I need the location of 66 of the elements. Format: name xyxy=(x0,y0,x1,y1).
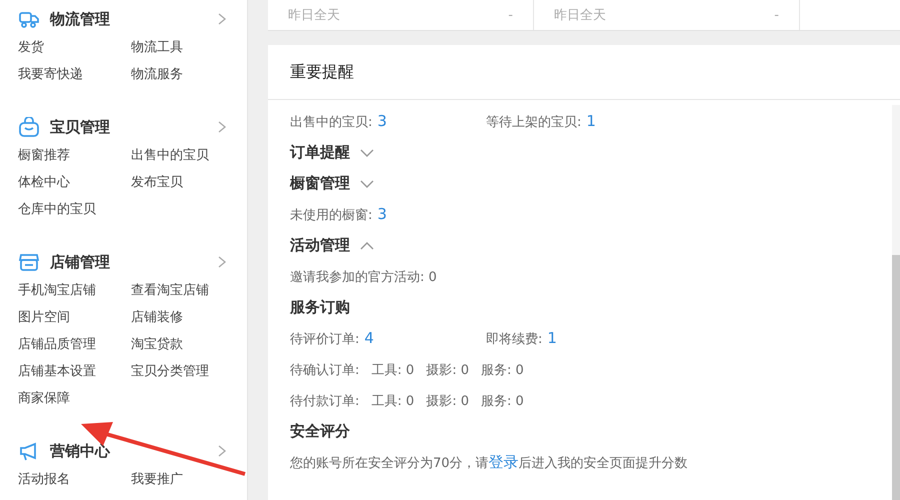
menu-link[interactable]: 店铺装修 xyxy=(131,304,244,331)
menu-link[interactable]: 商家保障 xyxy=(18,385,131,412)
section-heading: 安全评分 xyxy=(290,422,350,441)
menu-link[interactable]: 橱窗推荐 xyxy=(18,142,131,169)
order-count: 工具: 0 xyxy=(371,362,414,378)
menu-link[interactable]: 淘宝贷款 xyxy=(131,331,244,358)
security-notice: 您的账号所在安全评分为70分，请登录后进入我的安全页面提升分数 xyxy=(290,453,688,472)
menu-link[interactable]: 物流服务 xyxy=(131,61,244,88)
stat-value[interactable]: 1 xyxy=(547,329,557,347)
period-value: - xyxy=(774,8,779,22)
menu-link[interactable]: 体检中心 xyxy=(18,169,131,196)
section-heading: 订单提醒 xyxy=(290,143,350,162)
stat-label: 即将续费: xyxy=(486,331,542,348)
period-value: - xyxy=(508,8,513,22)
stat-value[interactable]: 4 xyxy=(364,329,374,347)
order-label: 待付款订单: xyxy=(290,392,360,410)
menu-link[interactable]: 我要推广 xyxy=(131,466,244,493)
section-title[interactable]: 店铺管理 xyxy=(50,252,110,272)
stat-label: 出售中的宝贝: xyxy=(290,114,372,131)
order-count: 摄影: 0 xyxy=(426,392,469,410)
chevron-down-icon[interactable] xyxy=(360,148,374,158)
section-title[interactable]: 宝贝管理 xyxy=(50,118,110,136)
order-count: 摄影: 0 xyxy=(426,362,469,378)
stat-value[interactable]: 3 xyxy=(377,112,387,130)
stat-value[interactable]: 1 xyxy=(586,112,596,130)
section-heading: 活动管理 xyxy=(290,236,350,255)
menu-link[interactable]: 仓库中的宝贝 xyxy=(18,196,131,223)
chevron-right-icon[interactable] xyxy=(217,256,227,268)
scrollbar[interactable] xyxy=(892,105,900,500)
section-title[interactable]: 营销中心 xyxy=(50,442,110,460)
menu-link[interactable]: 物流工具 xyxy=(131,34,244,61)
info-text: 邀请我参加的官方活动: 0 xyxy=(290,268,437,286)
chevron-up-icon[interactable] xyxy=(360,240,374,250)
chevron-down-icon[interactable] xyxy=(360,178,374,188)
menu-link[interactable]: 图片空间 xyxy=(18,304,131,331)
login-link[interactable]: 登录 xyxy=(488,453,519,471)
menu-link[interactable]: 店铺基本设置 xyxy=(18,358,131,385)
menu-link[interactable]: 发货 xyxy=(18,34,131,61)
shop-icon xyxy=(18,252,40,272)
section-heading: 服务订购 xyxy=(290,298,350,317)
order-count: 服务: 0 xyxy=(480,362,524,378)
stat-label: 未使用的橱窗: xyxy=(290,207,372,224)
truck-icon xyxy=(18,9,40,29)
order-count: 服务: 0 xyxy=(480,392,524,410)
chevron-right-icon[interactable] xyxy=(217,13,227,25)
order-count: 工具: 0 xyxy=(371,392,414,410)
menu-link[interactable]: 发布宝贝 xyxy=(131,169,244,196)
section-title[interactable]: 物流管理 xyxy=(50,10,110,28)
menu-link[interactable]: 查看淘宝店铺 xyxy=(131,277,244,304)
chevron-right-icon[interactable] xyxy=(217,121,227,133)
menu-link[interactable]: 店铺品质管理 xyxy=(18,331,131,358)
stat-label: 待评价订单: xyxy=(290,331,360,348)
chevron-right-icon[interactable] xyxy=(217,445,227,457)
menu-link[interactable]: 出售中的宝贝 xyxy=(131,142,244,169)
menu-link[interactable]: 宝贝分类管理 xyxy=(131,358,244,385)
period-label: 昨日全天 xyxy=(288,7,340,24)
menu-link[interactable]: 活动报名 xyxy=(18,466,131,493)
order-label: 待确认订单: xyxy=(290,362,360,378)
stat-value[interactable]: 3 xyxy=(377,205,387,223)
stat-label: 等待上架的宝贝: xyxy=(486,114,582,131)
period-label: 昨日全天 xyxy=(554,7,606,24)
menu-link[interactable]: 我要寄快递 xyxy=(18,61,131,88)
card-title: 重要提醒 xyxy=(268,45,900,100)
section-heading: 橱窗管理 xyxy=(290,174,350,193)
bag-icon xyxy=(18,117,40,137)
menu-link[interactable]: 手机淘宝店铺 xyxy=(18,277,131,304)
